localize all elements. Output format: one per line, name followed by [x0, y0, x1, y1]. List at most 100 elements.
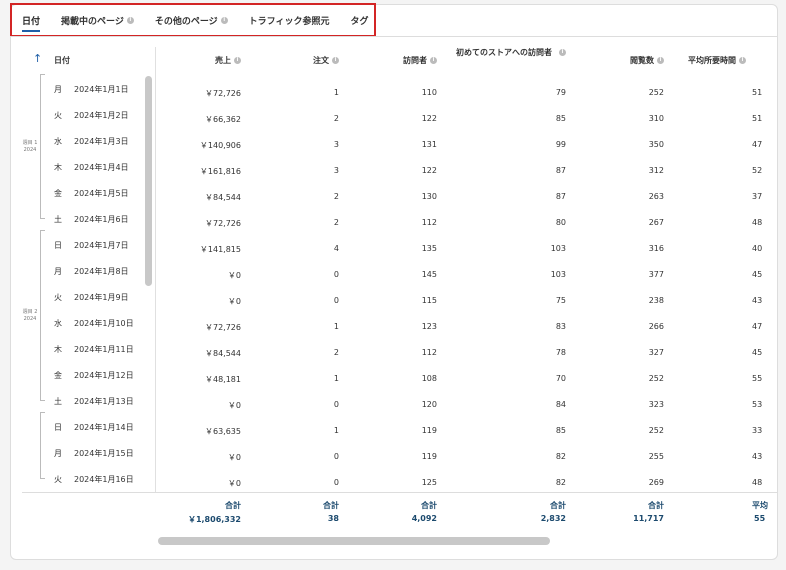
table-cell: 79 [555, 88, 566, 97]
row-weekday: 月 [54, 267, 62, 276]
tab-4[interactable]: トラフィック参照元 [249, 14, 330, 27]
table-cell: 123 [421, 322, 437, 331]
week-bracket-bottom [40, 400, 45, 401]
week-bracket-top [40, 74, 45, 75]
table-cell: ￥84,544 [205, 193, 241, 202]
total-label: 合計 [648, 501, 664, 510]
column-header-label: 閲覧数 [630, 56, 654, 65]
row-date: 2024年1月1日 [74, 85, 129, 94]
table-cell: 119 [421, 426, 437, 435]
table-cell: 2 [333, 192, 339, 201]
column-header-label: 平均所要時間 [688, 56, 736, 65]
column-header[interactable]: 訪問者 i [327, 55, 437, 66]
column-header[interactable]: 注文 i [229, 55, 339, 66]
tabs-divider [10, 36, 777, 37]
totals-divider [22, 492, 777, 493]
table-cell: 110 [421, 88, 437, 97]
row-weekday: 日 [54, 241, 62, 250]
table-cell: 269 [648, 478, 664, 487]
table-cell: ￥0 [227, 271, 241, 280]
total-label: 合計 [550, 501, 566, 510]
row-weekday: 日 [54, 423, 62, 432]
table-cell: 255 [648, 452, 664, 461]
row-date: 2024年1月6日 [74, 215, 129, 224]
total-value: 11,717 [633, 514, 664, 523]
row-date: 2024年1月7日 [74, 241, 129, 250]
week-number: 週目 2 [22, 309, 38, 315]
total-value: 55 [754, 514, 766, 523]
table-cell: 43 [752, 296, 763, 305]
week-label: 週目 2 2024 [20, 309, 40, 323]
table-cell: 85 [555, 426, 566, 435]
table-cell: ￥48,181 [205, 375, 241, 384]
table-cell: 130 [421, 192, 437, 201]
table-cell: ￥72,726 [205, 89, 241, 98]
row-date: 2024年1月14日 [74, 423, 134, 432]
info-icon: i [430, 57, 437, 64]
week-bracket [40, 412, 46, 478]
table-cell: 0 [333, 452, 339, 461]
table-cell: 47 [752, 140, 763, 149]
table-cell: 2 [333, 348, 339, 357]
total-label: 平均 [752, 501, 768, 510]
table-cell: 112 [421, 348, 437, 357]
table-cell: 45 [752, 348, 763, 357]
table-cell: 1 [333, 322, 339, 331]
info-icon: i [739, 57, 746, 64]
week-year: 2024 [23, 316, 37, 322]
table-cell: ￥140,906 [199, 141, 241, 150]
info-icon: i [126, 16, 134, 24]
column-header[interactable]: 初めてのストアへの訪問者 i [446, 47, 566, 58]
table-cell: 0 [333, 296, 339, 305]
tab-2[interactable]: 掲載中のページ i [61, 14, 134, 27]
total-label: 合計 [421, 501, 437, 510]
row-date: 2024年1月5日 [74, 189, 129, 198]
column-header-label: 初めてのストアへの訪問者 [456, 48, 552, 57]
table-cell: 83 [555, 322, 566, 331]
table-cell: 33 [752, 426, 763, 435]
row-weekday: 火 [54, 111, 62, 120]
table-cell: 99 [555, 140, 566, 149]
row-date: 2024年1月11日 [74, 345, 134, 354]
table-cell: 82 [555, 452, 566, 461]
table-cell: 87 [555, 192, 566, 201]
table-cell: 2 [333, 114, 339, 123]
row-date: 2024年1月4日 [74, 163, 129, 172]
table-cell: 75 [555, 296, 566, 305]
table-cell: 108 [421, 374, 437, 383]
table-cell: 327 [648, 348, 664, 357]
table-cell: 55 [752, 374, 763, 383]
table-cell: 115 [421, 296, 437, 305]
table-cell: 84 [555, 400, 566, 409]
info-icon: i [657, 57, 664, 64]
horizontal-scrollbar[interactable] [158, 537, 550, 545]
table-cell: 82 [555, 478, 566, 487]
row-weekday: 木 [54, 345, 62, 354]
column-header[interactable]: 売上 i [131, 55, 241, 66]
date-column-header[interactable]: 日付 [54, 55, 70, 66]
table-cell: 135 [421, 244, 437, 253]
tab-3[interactable]: その他のページ i [155, 14, 228, 27]
report-tabs: 日付 掲載中のページ i その他のページ i トラフィック参照元 タグ [22, 10, 369, 32]
column-header[interactable]: 閲覧数 i [554, 55, 664, 66]
tab-1[interactable]: 日付 [22, 14, 41, 32]
tab-5[interactable]: タグ [351, 14, 369, 27]
row-weekday: 水 [54, 319, 62, 328]
sort-ascending-icon[interactable]: ↑ [33, 52, 42, 65]
table-cell: ￥0 [227, 401, 241, 410]
table-cell: ￥63,635 [205, 427, 241, 436]
table-cell: 1 [333, 374, 339, 383]
week-number: 週目 1 [22, 140, 38, 146]
table-cell: 131 [421, 140, 437, 149]
row-weekday: 金 [54, 189, 62, 198]
vertical-scrollbar[interactable] [145, 76, 152, 286]
table-cell: 119 [421, 452, 437, 461]
column-header[interactable]: 平均所要時間 i [688, 55, 768, 66]
row-weekday: 木 [54, 163, 62, 172]
week-bracket [40, 230, 46, 400]
table-cell: ￥161,816 [199, 167, 241, 176]
week-bracket-bottom [40, 478, 45, 479]
row-date: 2024年1月3日 [74, 137, 129, 146]
total-value: 4,092 [411, 514, 437, 523]
total-value: 38 [327, 514, 339, 523]
